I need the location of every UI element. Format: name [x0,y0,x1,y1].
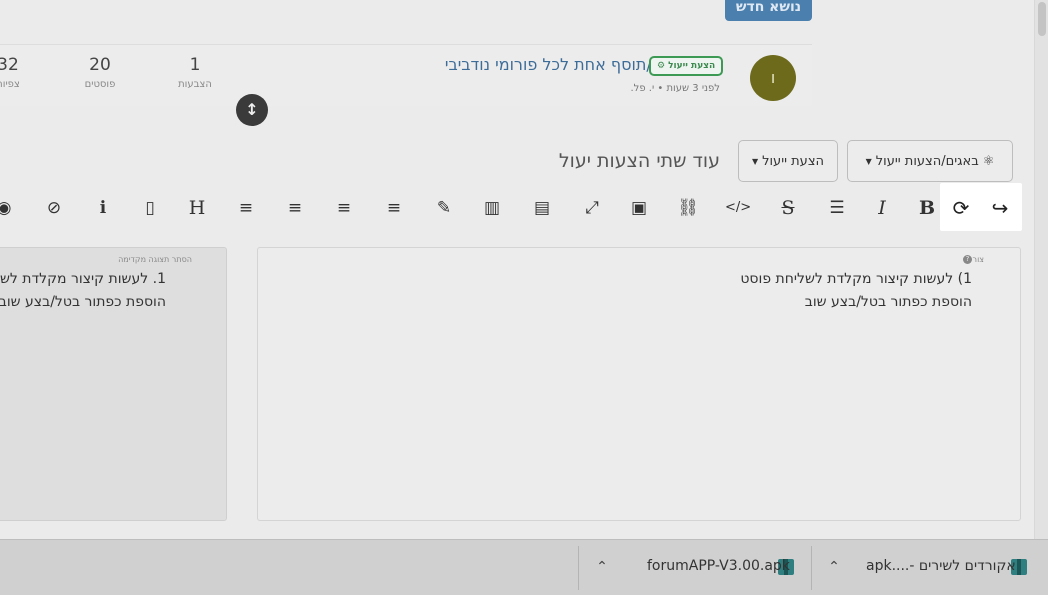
topic-meta: לפני 3 שעות • י. פל. [630,83,720,94]
download-separator [811,546,812,590]
align-center-icon[interactable]: ≡ [331,196,357,220]
stat-label: פוסטים [84,79,116,90]
italic-icon[interactable]: I [869,196,895,220]
redo-icon[interactable]: ↪ [987,196,1013,220]
help-icon[interactable]: ? [963,255,972,264]
color-picker-icon[interactable]: ✎ [431,196,457,220]
stat-label: הצבעות [178,79,212,90]
stat-label: צפיות [0,79,20,90]
preview-line: 1. לעשות קיצור מקלדת לשליחת פוסט [0,271,166,287]
toolbar-highlight: ↪ ⟳ [940,183,1022,231]
topic-row[interactable]: ו אפליקציה/תוסף אחת לכל פורומי נודביבי ה… [0,44,812,106]
caret-down-icon: ▼ [751,156,759,166]
file-code-icon[interactable]: ▯ [137,196,163,220]
strikethrough-icon[interactable]: S [775,196,801,220]
preview-content: 1. לעשות קיצור מקלדת לשליחת פוסט הוספת כ… [0,268,166,314]
forum-page: נושא חדש ו אפליקציה/תוסף אחת לכל פורומי … [0,0,1048,540]
stat-value: 20 [89,55,111,75]
stat-value: 32 [0,55,19,75]
avatar[interactable]: ו [750,55,796,101]
info-icon[interactable]: ℹ [90,196,116,220]
editor-line: 1) לעשות קיצור מקלדת לשליחת פוסט [740,271,972,287]
composer-title-input[interactable]: עוד שתי הצעות יעול [559,150,720,172]
list-icon[interactable]: ☰ [824,196,850,220]
download-bar: apk....- אקורדים לשירים ⌃ forumAPP-V3.00… [0,539,1048,595]
eye-icon[interactable]: ◉ [0,196,17,220]
caret-down-icon: ▼ [865,156,872,166]
stat-views: 32 צפיות [0,55,38,90]
category-dropdown-label: באגים/הצעות ייעול [875,153,979,169]
hide-preview-link[interactable]: הסתר תצוגה מקדימה [118,255,192,264]
page-scrollbar[interactable] [1034,0,1048,540]
chevron-up-icon[interactable]: ⌃ [824,557,844,577]
category-dropdown[interactable]: ⚛ באגים/הצעות ייעול ▼ [847,140,1013,182]
editor-content: 1) לעשות קיצור מקלדת לשליחת פוסט הוספת כ… [740,268,972,314]
composer-preview: הסתר תצוגה מקדימה 1. לעשות קיצור מקלדת ל… [0,247,227,521]
eye-slash-icon[interactable]: ⊘ [41,196,67,220]
tag-dropdown-label: הצעת ייעול [762,153,825,169]
download-item-name[interactable]: apk....- אקורדים לשירים [866,558,1016,574]
align-justify-icon[interactable]: ≡ [233,196,259,220]
tag-label: הצעת ייעול [668,61,716,71]
code-icon[interactable]: </> [725,196,751,220]
gear-icon: ⚙ [657,61,666,71]
editor-hint: צור [972,255,984,264]
fullscreen-icon[interactable]: ⤢ [579,196,605,220]
link-icon[interactable]: ⛓ [675,196,701,220]
chevron-up-icon[interactable]: ⌃ [592,557,612,577]
status-badge[interactable]: הצעת ייעול ⚙ [649,56,724,76]
sync-icon[interactable]: ⟳ [948,196,974,220]
heading-icon[interactable]: H [184,196,210,220]
new-topic-button[interactable]: נושא חדש [725,0,812,21]
tag-dropdown[interactable]: הצעת ייעול ▼ [738,140,838,182]
composer-resize-handle[interactable]: ↕ [236,94,268,126]
stat-votes: 1 הצבעות [165,55,225,90]
composer-textarea[interactable]: ? צור 1) לעשות קיצור מקלדת לשליחת פוסט ה… [257,247,1021,521]
align-left-icon[interactable]: ≡ [381,196,407,220]
download-separator [578,546,579,590]
download-item-name[interactable]: forumAPP-V3.00.apk [647,558,790,574]
profile-card-icon[interactable]: ▤ [529,196,555,220]
image-icon[interactable]: ▣ [626,196,652,220]
editor-line: הוספת כפתור בטל/בצע שוב [804,294,972,310]
bold-icon[interactable]: B [914,196,940,220]
chart-icon[interactable]: ▥ [479,196,505,220]
scrollbar-thumb[interactable] [1038,2,1046,36]
preview-line: הוספת כפתור בטל/בצע שוב [0,294,166,310]
stat-value: 1 [189,55,201,75]
atom-icon: ⚛ [982,153,995,169]
stat-posts: 20 פוסטים [70,55,130,90]
align-right-icon[interactable]: ≡ [282,196,308,220]
